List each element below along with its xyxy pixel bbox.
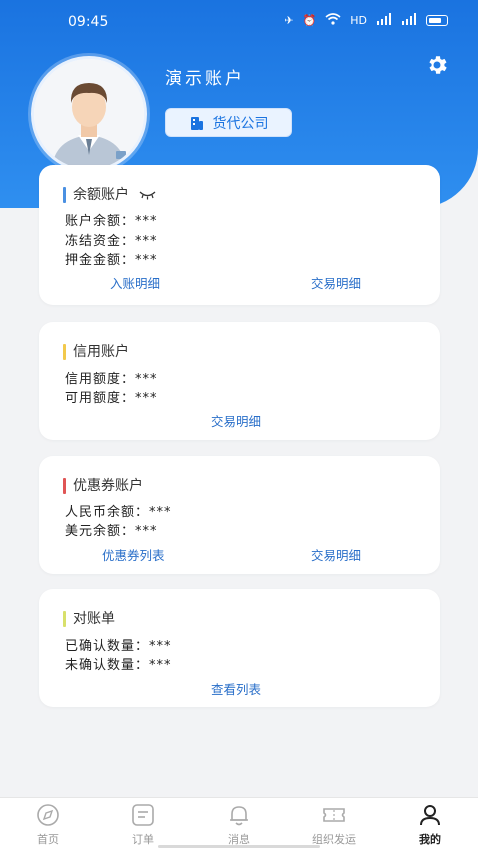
coupon-transaction-detail-link[interactable]: 交易明细 (311, 545, 361, 564)
signal-icon-2 (401, 13, 417, 28)
status-time: 09:45 (68, 14, 109, 30)
company-type-button[interactable]: 货代公司 (165, 108, 292, 137)
card-title: 信用账户 (63, 344, 129, 360)
confirmed-count-row: 已确认数量：*** (65, 639, 172, 654)
transaction-detail-link[interactable]: 交易明细 (311, 273, 361, 292)
tab-home-label: 首页 (37, 833, 59, 846)
tab-mine[interactable]: 我的 (390, 803, 470, 847)
status-icons: ✈ ⏰ HD (284, 13, 448, 28)
battery-icon (426, 15, 448, 26)
user-avatar-icon (34, 59, 144, 169)
coupon-card-title: 优惠券账户 (73, 478, 143, 494)
income-detail-link[interactable]: 入账明细 (110, 273, 160, 292)
coupon-list-link[interactable]: 优惠券列表 (102, 545, 165, 564)
tab-mine-label: 我的 (419, 833, 441, 846)
balance-card-title: 余额账户 (73, 187, 129, 203)
nfc-icon: ✈ (284, 14, 294, 27)
company-label: 货代公司 (212, 115, 269, 132)
order-icon (132, 804, 154, 826)
settings-gear-icon[interactable] (425, 53, 449, 77)
credit-account-card: 信用账户 信用额度：*** 可用额度：*** 交易明细 (39, 322, 440, 440)
building-icon (190, 116, 203, 130)
compass-icon (37, 804, 59, 826)
usd-balance-row: 美元余额：*** (65, 524, 158, 539)
wifi-icon (325, 13, 341, 28)
tab-orders[interactable]: 订单 (103, 803, 183, 847)
ticket-icon (323, 808, 345, 822)
bell-icon (230, 806, 248, 826)
credit-card-title: 信用账户 (73, 344, 129, 360)
card-title: 优惠券账户 (63, 478, 143, 494)
home-indicator (158, 845, 320, 848)
unconfirmed-count-row: 未确认数量：*** (65, 658, 172, 673)
frozen-funds-row: 冻结资金：*** (65, 234, 158, 249)
coupon-account-card: 优惠券账户 人民币余额：*** 美元余额：*** 优惠券列表 交易明细 (39, 456, 440, 574)
card-title: 对账单 (63, 611, 115, 627)
statement-card-title: 对账单 (73, 611, 115, 627)
available-limit-row: 可用额度：*** (65, 391, 158, 406)
status-bar: 09:45 ✈ ⏰ HD (0, 0, 478, 44)
tab-messages[interactable]: 消息 (199, 803, 279, 847)
tab-shipping[interactable]: 组织发运 (294, 803, 374, 847)
balance-row: 账户余额：*** (65, 214, 158, 229)
eye-closed-icon[interactable] (139, 190, 156, 200)
rmb-balance-row: 人民币余额：*** (65, 505, 172, 520)
view-list-link[interactable]: 查看列表 (211, 679, 261, 698)
statement-card: 对账单 已确认数量：*** 未确认数量：*** 查看列表 (39, 589, 440, 707)
deposit-row: 押金金额：*** (65, 253, 158, 268)
signal-icon-1 (376, 13, 392, 28)
alarm-icon: ⏰ (302, 14, 317, 27)
bottom-tab-bar: 首页 订单 消息 组织发运 我的 (0, 797, 478, 850)
tab-home[interactable]: 首页 (8, 803, 88, 847)
credit-transaction-detail-link[interactable]: 交易明细 (211, 411, 261, 430)
hd-label: HD (350, 14, 367, 27)
account-name: 演示账户 (165, 69, 245, 89)
balance-account-card: 余额账户 账户余额：*** 冻结资金：*** 押金金额：*** 入账明细 交易明… (39, 165, 440, 305)
user-icon (420, 805, 440, 826)
credit-limit-row: 信用额度：*** (65, 372, 158, 387)
avatar[interactable] (31, 56, 147, 172)
card-title: 余额账户 (63, 187, 156, 203)
